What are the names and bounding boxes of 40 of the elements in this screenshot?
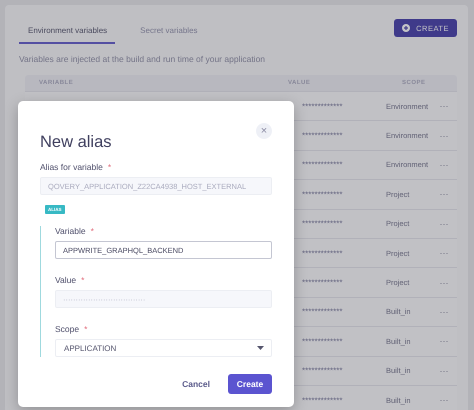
- value-cell-text: *************: [302, 190, 344, 199]
- required-mark: *: [81, 275, 84, 285]
- more-button[interactable]: ···: [436, 366, 452, 376]
- close-button[interactable]: ×: [256, 123, 272, 139]
- value-cell-text: *************: [302, 248, 344, 258]
- more-button[interactable]: ···: [436, 218, 452, 229]
- tab[interactable]: Secret variables: [131, 23, 206, 44]
- more-button[interactable]: ···: [436, 336, 452, 346]
- more-button[interactable]: ···: [436, 278, 452, 288]
- plus-circle-icon: [402, 24, 410, 32]
- value-cell-text: *************: [302, 307, 344, 316]
- field-label: Alias for variable: [40, 162, 103, 172]
- more-button[interactable]: ···: [436, 306, 452, 317]
- value-cell-text: *************: [302, 102, 344, 111]
- more-button[interactable]: ···: [436, 248, 452, 258]
- field-label: Value: [55, 275, 76, 285]
- tab[interactable]: Environment variables: [19, 23, 116, 44]
- field-label: Scope: [55, 324, 80, 334]
- more-button[interactable]: ···: [436, 130, 452, 141]
- value-cell-text: *************: [302, 131, 344, 140]
- value-cell-text: *************: [302, 366, 344, 376]
- value-cell-text: *************: [302, 336, 344, 346]
- caret-icon: [257, 346, 264, 350]
- value-cell-text: *************: [302, 219, 344, 228]
- value-cell-text: *************: [302, 160, 344, 170]
- dialog-title: New alias: [40, 133, 112, 152]
- required-mark: *: [108, 162, 112, 172]
- description-text: Variables are injected at the build and run time of your application: [19, 54, 266, 64]
- required-mark: *: [90, 226, 94, 236]
- cancel-button[interactable]: Cancel: [176, 378, 216, 390]
- more-button[interactable]: ···: [436, 160, 452, 170]
- value-cell-text: *************: [302, 396, 344, 405]
- value-cell-text: *************: [302, 278, 344, 288]
- create-button[interactable]: Create: [228, 374, 272, 394]
- more-button[interactable]: ···: [436, 101, 452, 112]
- scope-select[interactable]: APPLICATION: [55, 339, 272, 357]
- more-button[interactable]: ···: [436, 395, 452, 406]
- required-mark: *: [84, 324, 88, 334]
- more-button[interactable]: ···: [436, 189, 452, 200]
- field-label: Variable: [55, 226, 86, 236]
